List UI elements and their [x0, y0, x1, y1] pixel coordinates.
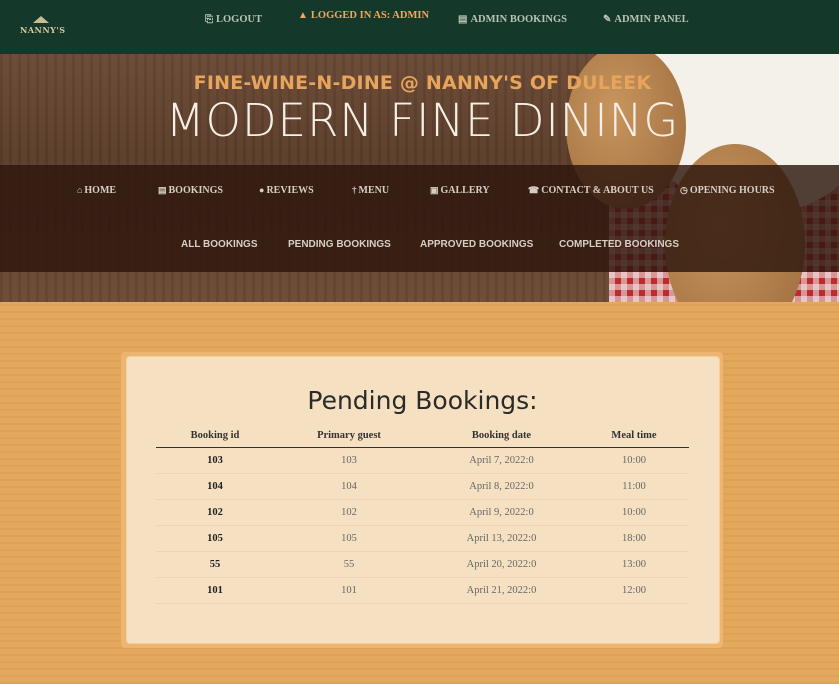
booking-id-cell: 103: [156, 447, 274, 474]
table-row: 105 105 April 13, 2022:0 18:00: [156, 525, 689, 552]
booking-id-cell: 104: [156, 473, 274, 500]
column-header: Primary guest: [274, 424, 424, 448]
logged-in-label: LOGGED IN AS: ADMIN: [310, 10, 430, 21]
primary-guest-cell: 104: [274, 473, 424, 500]
column-header: Meal time: [579, 424, 689, 448]
cutlery-icon: †: [352, 185, 357, 195]
subnav-all-bookings[interactable]: ALL BOOKINGS: [181, 239, 257, 250]
hero-banner: FINE-WINE-N-DINE @ NANNY'S OF DULEEK MOD…: [0, 54, 839, 302]
logout-label: LOGOUT: [216, 14, 263, 25]
subnav-completed-bookings[interactable]: COMPLETED BOOKINGS: [559, 239, 679, 250]
booking-id-cell: 101: [156, 577, 274, 604]
table-header-row: Booking id Primary guest Booking date Me…: [156, 424, 689, 448]
hero-title: MODERN FINE DINING: [165, 94, 680, 147]
subnav-pending-bookings[interactable]: PENDING BOOKINGS: [288, 239, 391, 250]
meal-time-cell: 13:00: [579, 551, 689, 578]
primary-guest-cell: 105: [274, 525, 424, 552]
book-icon: ▤: [158, 185, 167, 195]
nav-reviews[interactable]: ● REVIEWS: [259, 185, 314, 196]
meal-time-cell: 10:00: [579, 447, 689, 474]
table-row: 103 103 April 7, 2022:0 10:00: [156, 447, 689, 474]
booking-date-cell: April 9, 2022:0: [424, 499, 579, 526]
admin-bookings-label: ADMIN BOOKINGS: [470, 14, 568, 25]
booking-date-cell: April 8, 2022:0: [424, 473, 579, 500]
site-logo[interactable]: NANNY'S: [20, 16, 66, 38]
clock-icon: ◷: [680, 185, 688, 195]
nav-home-label: HOME: [84, 185, 117, 196]
nav-menu-label: MENU: [358, 185, 390, 196]
main-navigation: ⌂ HOME ▤ BOOKINGS ● REVIEWS † MENU ▣ GALLERY …: [0, 165, 839, 272]
pending-bookings-table: Booking id Primary guest Booking date Me…: [156, 424, 689, 604]
nav-opening-hours[interactable]: ◷ OPENING HOURS: [680, 185, 775, 196]
table-row: 102 102 April 9, 2022:0 10:00: [156, 499, 689, 526]
nav-home[interactable]: ⌂ HOME: [77, 185, 116, 196]
primary-guest-cell: 102: [274, 499, 424, 526]
comment-icon: ●: [259, 185, 265, 195]
admin-bookings-link[interactable]: ▤ ADMIN BOOKINGS: [458, 14, 567, 25]
nav-gallery[interactable]: ▣ GALLERY: [430, 185, 490, 196]
meal-time-cell: 11:00: [579, 473, 689, 500]
nav-reviews-label: REVIEWS: [266, 185, 314, 196]
primary-guest-cell: 103: [274, 447, 424, 474]
meal-time-cell: 18:00: [579, 525, 689, 552]
page-title: Pending Bookings:: [307, 386, 538, 415]
nav-bookings[interactable]: ▤ BOOKINGS: [158, 185, 223, 196]
hero-subtitle: FINE-WINE-N-DINE @ NANNY'S OF DULEEK: [193, 72, 652, 94]
booking-date-cell: April 20, 2022:0: [424, 551, 579, 578]
column-header: Booking id: [156, 424, 274, 448]
table-row: 55 55 April 20, 2022:0 13:00: [156, 551, 689, 578]
booking-date-cell: April 21, 2022:0: [424, 577, 579, 604]
user-icon: ▲: [298, 10, 308, 21]
logged-in-user[interactable]: ▲ LOGGED IN AS: ADMIN: [298, 10, 429, 21]
home-icon: ⌂: [77, 185, 83, 195]
book-icon: ▤: [458, 14, 468, 25]
logo-text: NANNY'S: [20, 25, 66, 35]
nav-menu[interactable]: † MENU: [352, 185, 389, 196]
booking-id-cell: 55: [156, 551, 274, 578]
top-bar: NANNY'S ⎘ LOGOUT ▲ LOGGED IN AS: ADMIN ▤ AD…: [0, 0, 839, 54]
meal-time-cell: 12:00: [579, 577, 689, 604]
logout-icon: ⎘: [205, 14, 213, 25]
nav-contact-label: CONTACT & ABOUT US: [541, 185, 654, 196]
table-row: 104 104 April 8, 2022:0 11:00: [156, 473, 689, 500]
images-icon: ▣: [430, 185, 439, 195]
admin-panel-label: ADMIN PANEL: [614, 14, 689, 25]
admin-panel-link[interactable]: ✎ ADMIN PANEL: [603, 14, 689, 25]
pencil-icon: ✎: [603, 14, 612, 25]
booking-id-cell: 105: [156, 525, 274, 552]
subnav-approved-bookings[interactable]: APPROVED BOOKINGS: [420, 239, 533, 250]
booking-date-cell: April 7, 2022:0: [424, 447, 579, 474]
logout-link[interactable]: ⎘ LOGOUT: [205, 14, 262, 25]
booking-date-cell: April 13, 2022:0: [424, 525, 579, 552]
primary-guest-cell: 101: [274, 577, 424, 604]
table-row: 101 101 April 21, 2022:0 12:00: [156, 577, 689, 604]
meal-time-cell: 10:00: [579, 499, 689, 526]
primary-guest-cell: 55: [274, 551, 424, 578]
nav-bookings-label: BOOKINGS: [168, 185, 223, 196]
nav-opening-hours-label: OPENING HOURS: [689, 185, 775, 196]
booking-id-cell: 102: [156, 499, 274, 526]
logo-roof-icon: [33, 16, 49, 23]
column-header: Booking date: [424, 424, 579, 448]
nav-contact[interactable]: ☎ CONTACT & ABOUT US: [528, 185, 654, 196]
nav-gallery-label: GALLERY: [440, 185, 490, 196]
phone-icon: ☎: [528, 185, 540, 195]
